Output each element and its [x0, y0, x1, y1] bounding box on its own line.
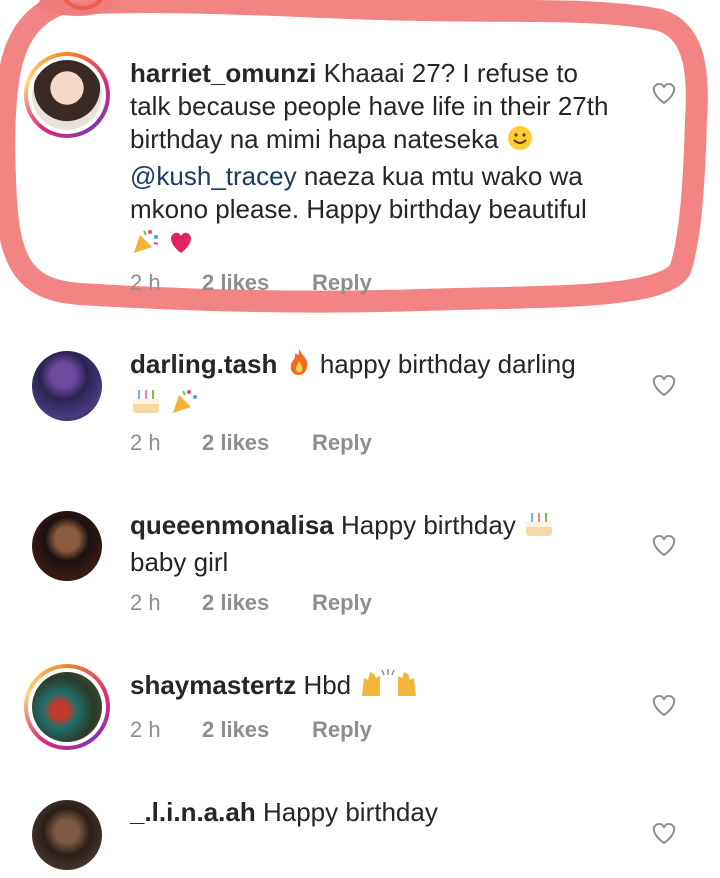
- comment-time: 2 h: [130, 590, 161, 615]
- raising-hands-emoji: [358, 668, 428, 706]
- comment-meta: 2 h 2 likes Reply: [130, 590, 372, 616]
- comment-username[interactable]: harriet_omunzi: [130, 58, 316, 88]
- avatar[interactable]: [24, 792, 110, 878]
- comment-meta: 2 h 2 likes Reply: [130, 270, 372, 296]
- avatar-ring-inner: [28, 668, 106, 746]
- comment-body: Happy birthday: [262, 797, 438, 827]
- heart-outline-icon[interactable]: [650, 820, 678, 846]
- comment-likes[interactable]: 2 likes: [202, 590, 312, 616]
- reply-button[interactable]: Reply: [312, 270, 372, 296]
- avatar-image: [32, 511, 102, 581]
- avatar-ring-inner: [28, 56, 106, 134]
- comment-username[interactable]: _.l.i.n.a.ah: [130, 797, 256, 827]
- smiling-face-emoji: [506, 124, 534, 160]
- heart-outline-icon[interactable]: [650, 80, 678, 106]
- avatar-image: [32, 800, 102, 870]
- comment-text: shaymastertz Hbd: [130, 668, 620, 706]
- comment-username[interactable]: queeenmonalisa: [130, 510, 334, 540]
- comment-body-part2: baby girl: [130, 547, 229, 577]
- comment-body: happy birthday darling: [319, 349, 576, 379]
- red-heart-emoji: [167, 229, 195, 263]
- comment-text: darling.tash happy birthday darling: [130, 347, 620, 423]
- comment-text: harriet_omunzi Khaaai 27? I refuse to ta…: [130, 57, 620, 263]
- avatar[interactable]: [24, 343, 110, 429]
- comment-likes[interactable]: 2 likes: [202, 717, 312, 743]
- comment-meta: 2 h 2 likes Reply: [130, 430, 372, 456]
- comment-text: queeenmonalisa Happy birthday baby girl: [130, 508, 620, 579]
- comment-body-part1: Happy birthday: [340, 510, 516, 540]
- party-popper-emoji: [130, 227, 160, 263]
- birthday-cake-emoji: [523, 508, 555, 546]
- avatar[interactable]: [24, 52, 110, 138]
- comment-time: 2 h: [130, 430, 161, 455]
- heart-outline-icon[interactable]: [650, 372, 678, 398]
- comment-body: Hbd: [303, 670, 352, 700]
- birthday-cake-emoji: [130, 385, 162, 423]
- reply-button[interactable]: Reply: [312, 590, 372, 616]
- avatar-image: [32, 60, 102, 130]
- avatar[interactable]: [24, 664, 110, 750]
- comment-meta: 2 h 2 likes Reply: [130, 717, 372, 743]
- heart-outline-icon[interactable]: [650, 692, 678, 718]
- comment-likes[interactable]: 2 likes: [202, 270, 312, 296]
- comment-username[interactable]: shaymastertz: [130, 670, 296, 700]
- party-popper-emoji: [169, 387, 199, 423]
- reply-button[interactable]: Reply: [312, 717, 372, 743]
- avatar-image: [32, 672, 102, 742]
- mention-link[interactable]: @kush_tracey: [130, 161, 297, 191]
- comment-time: 2 h: [130, 717, 161, 742]
- avatar[interactable]: [24, 503, 110, 589]
- fire-emoji: [285, 347, 313, 385]
- reply-button[interactable]: Reply: [312, 430, 372, 456]
- comment-likes[interactable]: 2 likes: [202, 430, 312, 456]
- avatar-ring-cropped: [60, 0, 106, 10]
- comment-time: 2 h: [130, 270, 161, 295]
- comment-username[interactable]: darling.tash: [130, 349, 277, 379]
- avatar-image: [32, 351, 102, 421]
- heart-outline-icon[interactable]: [650, 532, 678, 558]
- comment-text: _.l.i.n.a.ah Happy birthday: [130, 796, 620, 829]
